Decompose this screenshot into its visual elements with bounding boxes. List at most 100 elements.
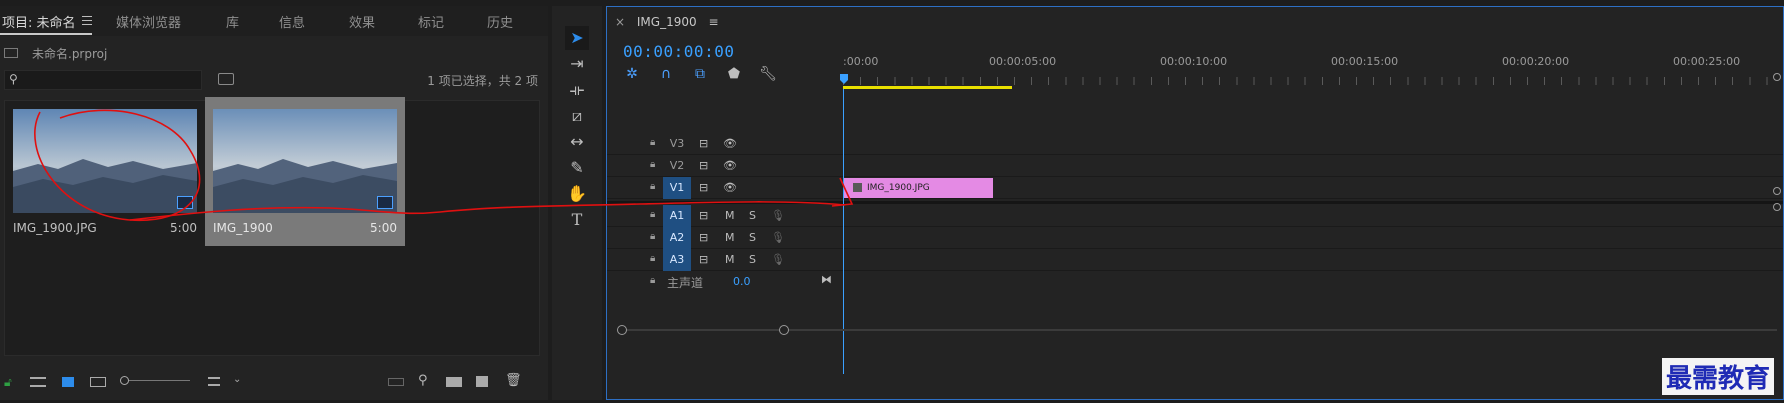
sync-lock-icon[interactable]: ⊟ <box>699 253 708 266</box>
project-file-icon <box>4 48 18 58</box>
chevron-down-icon[interactable]: ⌄ <box>233 374 241 385</box>
freeform-view-icon[interactable] <box>90 377 106 387</box>
zoom-slider-handle[interactable] <box>120 376 129 385</box>
ruler-label: 00:00:25:00 <box>1673 55 1741 68</box>
lock-icon[interactable]: 🔒︎ <box>650 181 655 192</box>
list-view-icon[interactable] <box>30 377 46 387</box>
work-area-bar[interactable] <box>843 86 1012 89</box>
zoom-slider[interactable] <box>122 380 190 381</box>
ruler-ticks <box>843 77 1783 85</box>
tab-info[interactable]: 信息 <box>279 12 305 31</box>
automate-to-sequence-icon[interactable] <box>388 378 404 386</box>
mute-button[interactable]: M <box>725 253 735 266</box>
eye-icon[interactable]: 👁︎ <box>723 137 737 150</box>
sync-lock-icon[interactable]: ⊟ <box>699 181 708 194</box>
pen-tool-icon[interactable]: ✎ <box>565 156 589 180</box>
mic-icon[interactable]: 🎙︎ <box>771 209 785 222</box>
lock-icon[interactable]: 🔒︎ <box>650 159 655 170</box>
sequence-tab[interactable]: × IMG_1900 ≡ <box>615 15 719 29</box>
master-volume-value[interactable]: 0.0 <box>733 275 751 288</box>
icon-view-icon[interactable] <box>62 377 74 387</box>
go-to-in-out-icon[interactable]: ⧓ <box>821 273 832 286</box>
track-area[interactable]: IMG_1900.JPG <box>843 177 1783 199</box>
track-label[interactable]: A3 <box>663 249 691 271</box>
watermark-logo: 最需教育 <box>1661 358 1774 395</box>
tab-history[interactable]: 历史 <box>487 12 513 31</box>
track-label[interactable]: A1 <box>663 205 691 227</box>
close-icon[interactable]: × <box>615 15 625 29</box>
clip-item[interactable]: IMG_1900 5:00 <box>205 97 405 246</box>
timeline-clip[interactable]: IMG_1900.JPG <box>843 178 993 198</box>
razor-tool-icon[interactable]: ⧄ <box>565 104 589 128</box>
nest-icon[interactable]: ✲ <box>623 65 641 83</box>
track-label[interactable]: V2 <box>663 155 691 177</box>
mute-button[interactable]: M <box>725 209 735 222</box>
lock-icon[interactable]: 🔓︎ <box>4 375 20 389</box>
new-search-bin-icon[interactable] <box>218 73 234 85</box>
project-file-row: 未命名.prproj <box>0 42 548 64</box>
linked-selection-icon[interactable]: ⧉ <box>691 65 709 83</box>
track-a1: 🔒︎ A1 ⊟ M S 🎙︎ <box>607 205 1783 227</box>
lock-icon[interactable]: 🔒︎ <box>650 275 655 286</box>
lock-icon[interactable]: 🔒︎ <box>650 209 655 220</box>
wrench-icon[interactable]: 🔧︎ <box>759 65 777 83</box>
snap-icon[interactable]: ∩ <box>657 65 675 83</box>
sort-icon[interactable] <box>208 377 220 386</box>
add-marker-icon[interactable]: ⬟ <box>725 65 743 83</box>
track-select-tool-icon[interactable]: ⇥ <box>565 52 589 76</box>
track-v1: 🔒︎ V1 ⊟ 👁︎ IMG_1900.JPG <box>607 177 1783 199</box>
audio-scroll-handle[interactable] <box>1773 203 1781 211</box>
scrollbar-start-handle[interactable] <box>617 325 627 335</box>
track-label[interactable]: A2 <box>663 227 691 249</box>
find-icon[interactable]: ⚲ <box>418 373 428 388</box>
ruler-scroll-handle[interactable] <box>1773 73 1781 81</box>
tab-markers[interactable]: 标记 <box>418 12 444 31</box>
sync-lock-icon[interactable]: ⊟ <box>699 137 708 150</box>
tab-libraries[interactable]: 库 <box>226 12 239 31</box>
lock-icon[interactable]: 🔒︎ <box>650 253 655 264</box>
tools-panel: ➤ ⇥ ⟛ ⧄ ↔ ✎ ✋ T <box>552 6 602 400</box>
eye-icon[interactable]: 👁︎ <box>723 159 737 172</box>
new-item-icon[interactable] <box>476 376 488 387</box>
tab-project[interactable]: 项目: 未命名 <box>2 12 76 31</box>
clip-item[interactable]: IMG_1900.JPG 5:00 <box>5 101 205 246</box>
search-icon: ⚲ <box>9 72 18 86</box>
tab-effects[interactable]: 效果 <box>349 12 375 31</box>
track-label[interactable]: V3 <box>663 133 691 155</box>
new-bin-icon[interactable] <box>446 377 462 387</box>
timeline-scrollbar[interactable] <box>617 325 1777 335</box>
scrollbar-end-handle[interactable] <box>779 325 789 335</box>
slip-tool-icon[interactable]: ↔ <box>565 130 589 154</box>
playhead-timecode[interactable]: 00:00:00:00 <box>623 42 734 61</box>
track-label[interactable]: V1 <box>663 177 691 199</box>
search-input[interactable]: ⚲ <box>4 70 202 90</box>
ripple-edit-tool-icon[interactable]: ⟛ <box>565 78 589 102</box>
sync-lock-icon[interactable]: ⊟ <box>699 159 708 172</box>
video-scroll-handle[interactable] <box>1773 187 1781 195</box>
lock-icon[interactable]: 🔒︎ <box>650 137 655 148</box>
ruler-label: :00:00 <box>843 55 879 68</box>
mic-icon[interactable]: 🎙︎ <box>771 253 785 266</box>
track-a2: 🔒︎ A2 ⊟ M S 🎙︎ <box>607 227 1783 249</box>
lock-icon[interactable]: 🔒︎ <box>650 231 655 242</box>
selection-tool-icon[interactable]: ➤ <box>565 26 589 50</box>
timeline-clip-name: IMG_1900.JPG <box>867 183 930 193</box>
solo-button[interactable]: S <box>749 253 756 266</box>
type-tool-icon[interactable]: T <box>565 208 589 232</box>
panel-menu-icon[interactable] <box>82 16 92 28</box>
time-ruler[interactable]: :00:00 00:00:05:00 00:00:10:00 00:00:15:… <box>840 49 1783 89</box>
video-audio-divider[interactable] <box>607 201 1783 204</box>
timeline-toolbar: ✲ ∩ ⧉ ⬟ 🔧︎ <box>623 65 793 85</box>
tab-media-browser[interactable]: 媒体浏览器 <box>116 12 181 31</box>
mic-icon[interactable]: 🎙︎ <box>771 231 785 244</box>
clear-icon[interactable]: 🗑︎ <box>505 373 522 388</box>
sync-lock-icon[interactable]: ⊟ <box>699 231 708 244</box>
solo-button[interactable]: S <box>749 209 756 222</box>
eye-icon[interactable]: 👁︎ <box>723 181 737 194</box>
hand-tool-icon[interactable]: ✋ <box>565 182 589 206</box>
sequence-menu-icon[interactable]: ≡ <box>708 15 718 29</box>
sync-lock-icon[interactable]: ⊟ <box>699 209 708 222</box>
solo-button[interactable]: S <box>749 231 756 244</box>
clip-duration: 5:00 <box>370 221 397 235</box>
mute-button[interactable]: M <box>725 231 735 244</box>
